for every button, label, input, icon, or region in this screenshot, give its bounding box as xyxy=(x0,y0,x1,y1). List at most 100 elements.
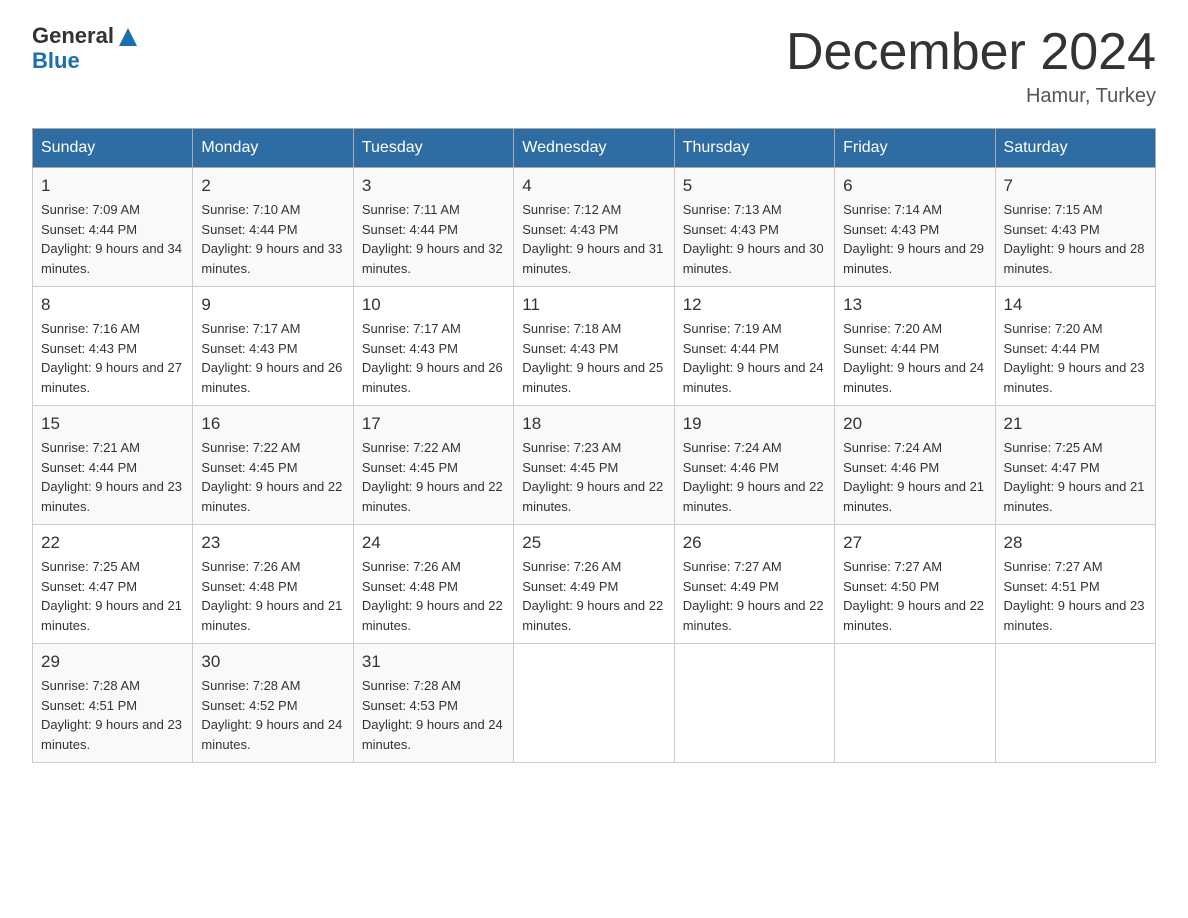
sunset-time: 4:53 PM xyxy=(410,698,458,713)
sunset-label: Sunset: xyxy=(41,460,89,475)
sunset-label: Sunset: xyxy=(1004,222,1052,237)
daylight-label: Daylight: 9 hours and 22 minutes. xyxy=(843,598,984,633)
sunrise-time: 7:28 AM xyxy=(413,678,461,693)
calendar-week-row: 22 Sunrise: 7:25 AM Sunset: 4:47 PM Dayl… xyxy=(33,525,1156,644)
sunrise-time: 7:27 AM xyxy=(894,559,942,574)
day-info: Sunrise: 7:22 AM Sunset: 4:45 PM Dayligh… xyxy=(201,438,344,516)
sunset-label: Sunset: xyxy=(522,222,570,237)
sunset-time: 4:44 PM xyxy=(410,222,458,237)
day-number: 21 xyxy=(1004,414,1147,434)
calendar-cell: 27 Sunrise: 7:27 AM Sunset: 4:50 PM Dayl… xyxy=(835,525,995,644)
calendar-cell: 5 Sunrise: 7:13 AM Sunset: 4:43 PM Dayli… xyxy=(674,168,834,287)
calendar-cell: 4 Sunrise: 7:12 AM Sunset: 4:43 PM Dayli… xyxy=(514,168,674,287)
day-number: 13 xyxy=(843,295,986,315)
calendar-header-row: SundayMondayTuesdayWednesdayThursdayFrid… xyxy=(33,129,1156,168)
sunset-label: Sunset: xyxy=(683,341,731,356)
day-of-week-header: Monday xyxy=(193,129,353,168)
calendar-cell: 24 Sunrise: 7:26 AM Sunset: 4:48 PM Dayl… xyxy=(353,525,513,644)
daylight-label: Daylight: 9 hours and 22 minutes. xyxy=(362,598,503,633)
calendar-table: SundayMondayTuesdayWednesdayThursdayFrid… xyxy=(32,128,1156,763)
sunrise-label: Sunrise: xyxy=(41,559,92,574)
sunrise-time: 7:13 AM xyxy=(734,202,782,217)
daylight-label: Daylight: 9 hours and 32 minutes. xyxy=(362,241,503,276)
sunset-time: 4:51 PM xyxy=(1051,579,1099,594)
sunset-time: 4:43 PM xyxy=(570,222,618,237)
day-number: 24 xyxy=(362,533,505,553)
day-number: 26 xyxy=(683,533,826,553)
sunset-time: 4:45 PM xyxy=(570,460,618,475)
sunrise-label: Sunrise: xyxy=(201,678,252,693)
day-number: 7 xyxy=(1004,176,1147,196)
sunset-time: 4:45 PM xyxy=(410,460,458,475)
day-number: 4 xyxy=(522,176,665,196)
sunset-time: 4:44 PM xyxy=(1051,341,1099,356)
sunset-time: 4:44 PM xyxy=(89,460,137,475)
calendar-cell: 7 Sunrise: 7:15 AM Sunset: 4:43 PM Dayli… xyxy=(995,168,1155,287)
day-info: Sunrise: 7:10 AM Sunset: 4:44 PM Dayligh… xyxy=(201,200,344,278)
sunrise-time: 7:22 AM xyxy=(413,440,461,455)
logo-text-general: General xyxy=(32,24,114,48)
daylight-label: Daylight: 9 hours and 26 minutes. xyxy=(201,360,342,395)
day-info: Sunrise: 7:25 AM Sunset: 4:47 PM Dayligh… xyxy=(41,557,184,635)
day-number: 28 xyxy=(1004,533,1147,553)
sunset-label: Sunset: xyxy=(362,460,410,475)
sunset-label: Sunset: xyxy=(843,222,891,237)
day-number: 22 xyxy=(41,533,184,553)
day-of-week-header: Saturday xyxy=(995,129,1155,168)
sunrise-label: Sunrise: xyxy=(683,321,734,336)
calendar-cell: 18 Sunrise: 7:23 AM Sunset: 4:45 PM Dayl… xyxy=(514,406,674,525)
daylight-label: Daylight: 9 hours and 22 minutes. xyxy=(522,479,663,514)
sunset-time: 4:43 PM xyxy=(249,341,297,356)
sunset-time: 4:43 PM xyxy=(1051,222,1099,237)
day-info: Sunrise: 7:28 AM Sunset: 4:52 PM Dayligh… xyxy=(201,676,344,754)
sunrise-time: 7:12 AM xyxy=(574,202,622,217)
calendar-week-row: 29 Sunrise: 7:28 AM Sunset: 4:51 PM Dayl… xyxy=(33,644,1156,763)
sunset-label: Sunset: xyxy=(41,579,89,594)
day-info: Sunrise: 7:21 AM Sunset: 4:44 PM Dayligh… xyxy=(41,438,184,516)
sunrise-time: 7:22 AM xyxy=(253,440,301,455)
sunrise-time: 7:25 AM xyxy=(92,559,140,574)
sunrise-label: Sunrise: xyxy=(41,678,92,693)
daylight-label: Daylight: 9 hours and 23 minutes. xyxy=(41,717,182,752)
sunrise-time: 7:27 AM xyxy=(734,559,782,574)
sunset-time: 4:46 PM xyxy=(730,460,778,475)
daylight-label: Daylight: 9 hours and 27 minutes. xyxy=(41,360,182,395)
calendar-cell: 16 Sunrise: 7:22 AM Sunset: 4:45 PM Dayl… xyxy=(193,406,353,525)
sunrise-time: 7:09 AM xyxy=(92,202,140,217)
day-of-week-header: Wednesday xyxy=(514,129,674,168)
sunrise-time: 7:21 AM xyxy=(92,440,140,455)
daylight-label: Daylight: 9 hours and 33 minutes. xyxy=(201,241,342,276)
calendar-cell: 12 Sunrise: 7:19 AM Sunset: 4:44 PM Dayl… xyxy=(674,287,834,406)
sunset-time: 4:46 PM xyxy=(891,460,939,475)
sunrise-time: 7:10 AM xyxy=(253,202,301,217)
sunset-label: Sunset: xyxy=(522,460,570,475)
sunrise-label: Sunrise: xyxy=(522,202,573,217)
calendar-cell: 22 Sunrise: 7:25 AM Sunset: 4:47 PM Dayl… xyxy=(33,525,193,644)
daylight-label: Daylight: 9 hours and 24 minutes. xyxy=(843,360,984,395)
sunrise-label: Sunrise: xyxy=(362,559,413,574)
sunset-label: Sunset: xyxy=(41,341,89,356)
sunrise-time: 7:14 AM xyxy=(894,202,942,217)
sunrise-time: 7:17 AM xyxy=(413,321,461,336)
daylight-label: Daylight: 9 hours and 22 minutes. xyxy=(522,598,663,633)
day-number: 14 xyxy=(1004,295,1147,315)
day-number: 25 xyxy=(522,533,665,553)
daylight-label: Daylight: 9 hours and 23 minutes. xyxy=(1004,598,1145,633)
sunrise-time: 7:24 AM xyxy=(894,440,942,455)
day-info: Sunrise: 7:25 AM Sunset: 4:47 PM Dayligh… xyxy=(1004,438,1147,516)
sunrise-label: Sunrise: xyxy=(683,202,734,217)
calendar-cell xyxy=(995,644,1155,763)
day-number: 1 xyxy=(41,176,184,196)
sunset-label: Sunset: xyxy=(362,341,410,356)
calendar-cell: 17 Sunrise: 7:22 AM Sunset: 4:45 PM Dayl… xyxy=(353,406,513,525)
daylight-label: Daylight: 9 hours and 24 minutes. xyxy=(201,717,342,752)
day-info: Sunrise: 7:11 AM Sunset: 4:44 PM Dayligh… xyxy=(362,200,505,278)
sunrise-label: Sunrise: xyxy=(683,440,734,455)
day-number: 27 xyxy=(843,533,986,553)
daylight-label: Daylight: 9 hours and 25 minutes. xyxy=(522,360,663,395)
logo-triangle-icon xyxy=(117,26,139,48)
day-number: 11 xyxy=(522,295,665,315)
location: Hamur, Turkey xyxy=(786,85,1156,108)
daylight-label: Daylight: 9 hours and 23 minutes. xyxy=(1004,360,1145,395)
sunset-time: 4:44 PM xyxy=(730,341,778,356)
